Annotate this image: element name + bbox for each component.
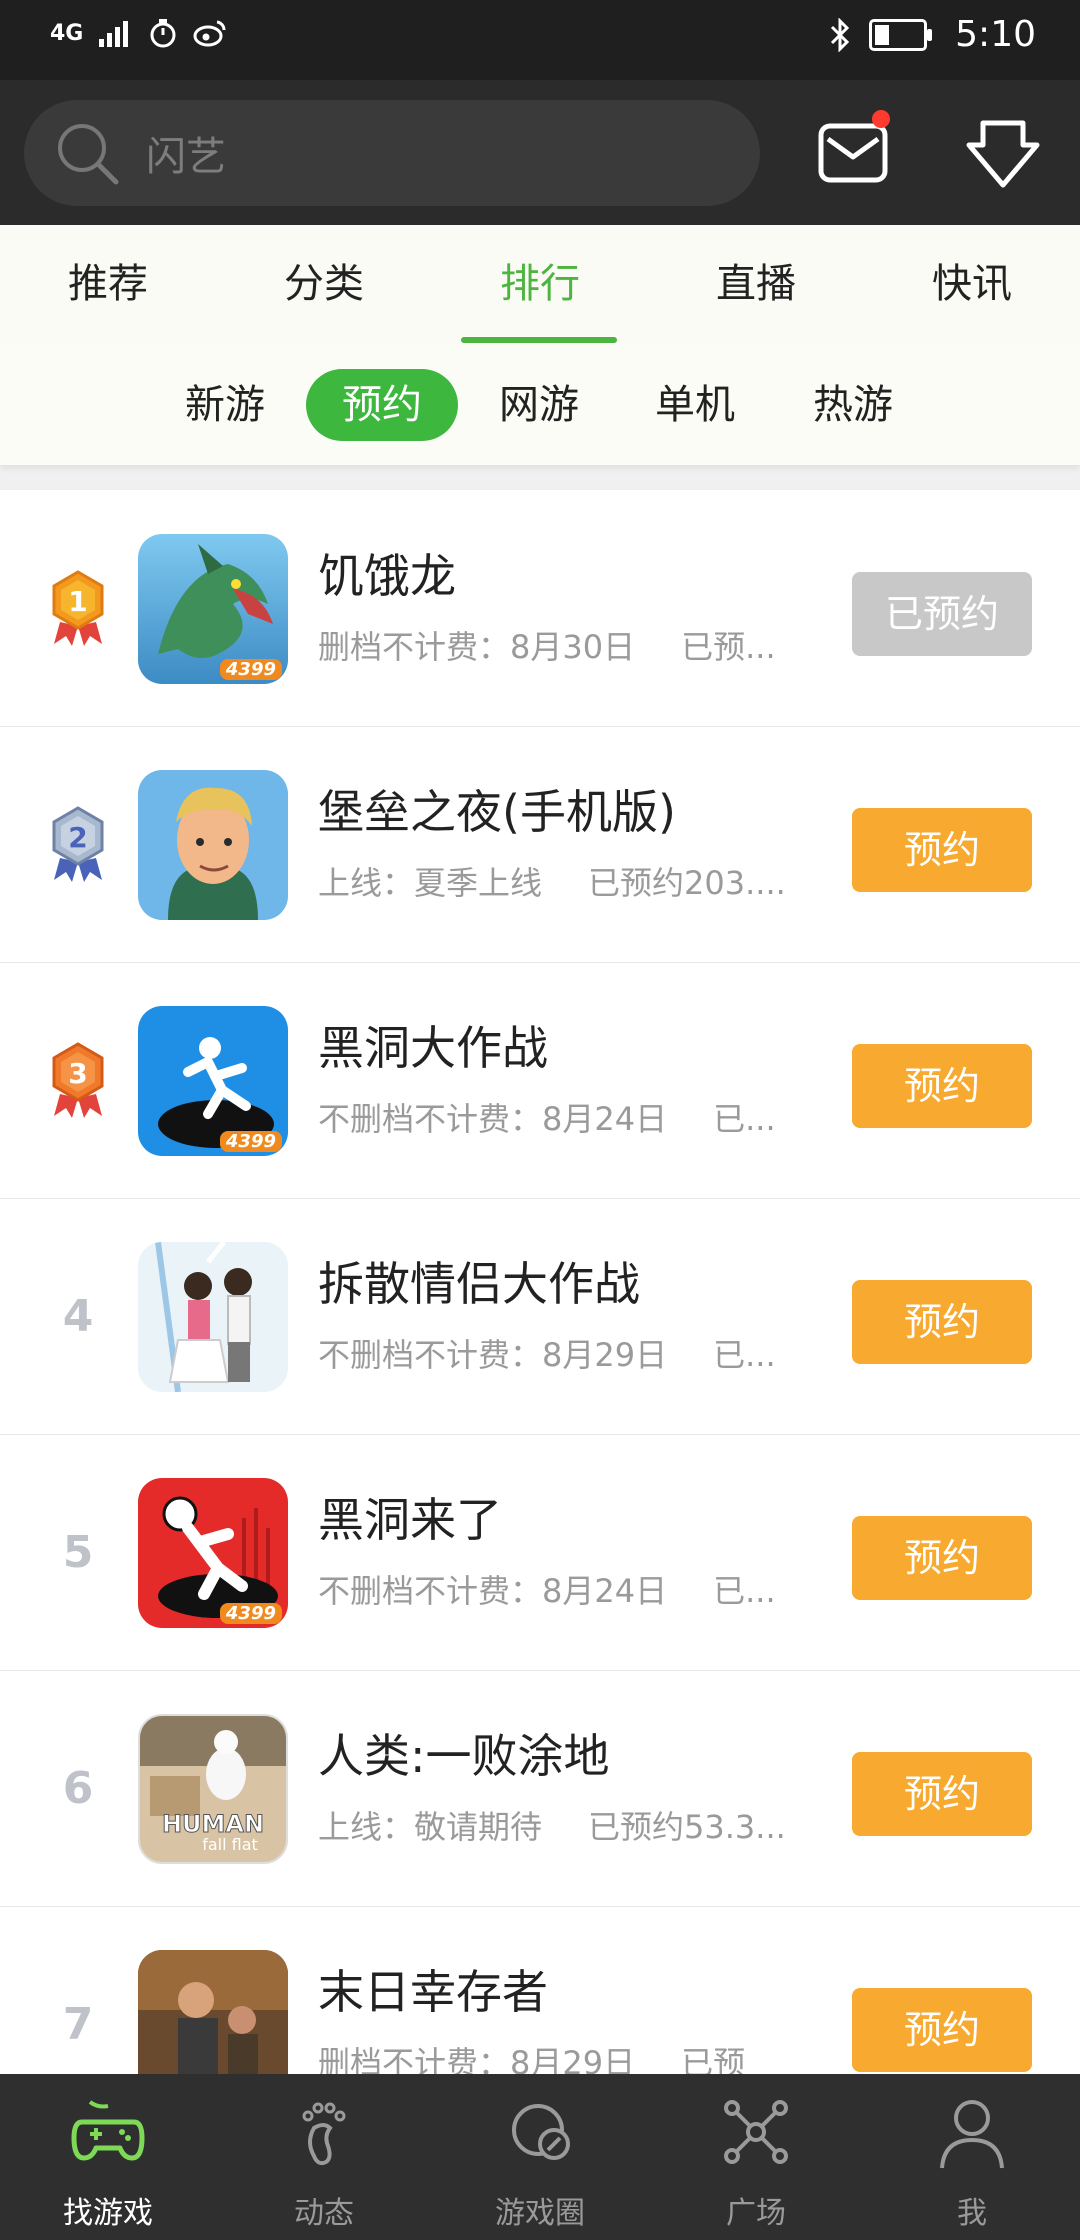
nav-square[interactable]: 广场 xyxy=(648,2074,864,2240)
nav-game-circle[interactable]: 游戏圈 xyxy=(432,2074,648,2240)
game-title: 拆散情侣大作战 xyxy=(318,1257,640,1311)
game-meta: 删档不计费：8月30日 已预... xyxy=(318,628,776,666)
main-tabs: 推荐 分类 排行 直播 快讯 xyxy=(0,225,1080,344)
4399-badge: 4399 xyxy=(219,1603,282,1624)
planet-icon xyxy=(512,2104,570,2160)
list-item[interactable]: 3 4399 黑洞大作战 不删档不计费：8月24日 已... 预约 xyxy=(0,962,1080,1199)
rank-number: 7 xyxy=(62,1998,94,2050)
nav-label: 我 xyxy=(957,2196,987,2231)
rank-badge: 1 xyxy=(40,568,116,648)
weibo-icon xyxy=(193,20,226,47)
game-icon-break-up-couples xyxy=(138,1242,288,1392)
rank-number: 2 xyxy=(68,821,87,854)
4399-badge: 4399 xyxy=(219,659,282,680)
status-bar: 4G 5:10 xyxy=(0,0,1080,80)
search-icon xyxy=(58,124,119,185)
game-icon-hungry-dragon: 4399 xyxy=(138,534,288,684)
game-icon-black-hole-coming: 4399 xyxy=(138,1478,288,1628)
4399-badge: 4399 xyxy=(219,1131,282,1152)
game-meta: 不删档不计费：8月29日 已... xyxy=(318,1336,776,1374)
list-item[interactable]: 5 4399 黑洞来了 不删档不计费：8月24日 已... 预约 xyxy=(0,1434,1080,1671)
nav-label: 动态 xyxy=(294,2196,354,2231)
tab-ranking[interactable]: 排行 xyxy=(432,225,648,343)
tab-live[interactable]: 直播 xyxy=(648,225,864,343)
game-title: 末日幸存者 xyxy=(318,1965,548,2019)
tab-category[interactable]: 分类 xyxy=(216,225,432,343)
subtab-reserve[interactable]: 预约 xyxy=(306,369,458,441)
human-logo-sub: fall flat xyxy=(202,1835,258,1854)
game-meta: 上线：夏季上线 已预约203.... xyxy=(318,864,786,902)
game-icon-fortnite xyxy=(138,770,288,920)
search-placeholder: 闪艺 xyxy=(146,134,226,180)
gamepad-icon xyxy=(71,2100,145,2161)
network-label: 4G xyxy=(50,20,84,46)
nav-find-games[interactable]: 找游戏 xyxy=(0,2074,216,2240)
bluetooth-icon xyxy=(831,17,850,52)
network-icon xyxy=(724,2100,788,2164)
game-title: 饥饿龙 xyxy=(318,549,456,603)
reserve-button[interactable]: 预约 xyxy=(852,808,1032,892)
download-hand-icon xyxy=(966,120,1040,188)
game-icon-doomsday-survivor xyxy=(138,1950,288,2074)
subtab-hot[interactable]: 热游 xyxy=(798,369,908,441)
rank-number: 3 xyxy=(68,1057,87,1090)
game-meta: 不删档不计费：8月24日 已... xyxy=(318,1572,776,1610)
subtab-single[interactable]: 单机 xyxy=(640,369,750,441)
silver-medal-icon: 2 xyxy=(52,806,104,882)
list-item[interactable]: 7 末日幸存者 删档不计费：8月29日 已预 预约 xyxy=(0,1906,1080,2074)
message-button[interactable] xyxy=(808,108,898,198)
rank-number: 4 xyxy=(62,1290,94,1342)
game-meta: 不删档不计费：8月24日 已... xyxy=(318,1100,776,1138)
game-icon-black-hole: 4399 xyxy=(138,1006,288,1156)
human-logo: HUMAN xyxy=(162,1810,264,1838)
nav-label: 游戏圈 xyxy=(495,2196,585,2231)
footprint-icon xyxy=(302,2102,346,2166)
gold-medal-icon: 1 xyxy=(52,570,104,646)
search-bar[interactable]: 闪艺 xyxy=(24,100,760,206)
nav-label: 广场 xyxy=(726,2196,786,2231)
game-meta: 上线：敬请期待 已预约53.3... xyxy=(318,1808,786,1846)
clock: 5:10 xyxy=(955,14,1036,55)
reserve-button[interactable]: 预约 xyxy=(852,1752,1032,1836)
sub-tabs: 新游 预约 网游 单机 热游 xyxy=(0,343,1080,465)
rank-number: 5 xyxy=(62,1526,94,1578)
rank-number: 1 xyxy=(68,585,87,618)
mail-icon xyxy=(818,123,888,183)
download-button[interactable] xyxy=(958,108,1048,198)
rank-badge: 2 xyxy=(40,804,116,884)
stopwatch-icon xyxy=(150,19,176,48)
signal-icon xyxy=(99,21,129,47)
list-item[interactable]: 4 拆散情侣大作战 不删档不计费：8月29日 已... 预约 xyxy=(0,1198,1080,1435)
list-item[interactable]: 6 HUMAN fall flat 人类:一败涂地 上线：敬请期待 已预约53.3… xyxy=(0,1670,1080,1907)
list-item[interactable]: 2 堡垒之夜(手机版) 上线：夏季上线 已预约203.... 预约 xyxy=(0,726,1080,963)
reserve-button[interactable]: 预约 xyxy=(852,1988,1032,2072)
tab-news[interactable]: 快讯 xyxy=(864,225,1080,343)
nav-me[interactable]: 我 xyxy=(864,2074,1080,2240)
subtab-new[interactable]: 新游 xyxy=(170,369,280,441)
game-title: 黑洞来了 xyxy=(318,1493,502,1547)
person-icon xyxy=(940,2100,1004,2169)
subtab-online[interactable]: 网游 xyxy=(484,369,594,441)
bronze-medal-icon: 3 xyxy=(52,1042,104,1118)
reserve-button[interactable]: 预约 xyxy=(852,1044,1032,1128)
game-title: 堡垒之夜(手机版) xyxy=(318,785,676,839)
tab-recommend[interactable]: 推荐 xyxy=(0,225,216,343)
game-meta: 删档不计费：8月29日 已预 xyxy=(318,2044,746,2074)
bottom-nav: 找游戏 动态 游戏圈 广场 我 xyxy=(0,2074,1080,2240)
rank-number: 6 xyxy=(62,1762,94,1814)
reserved-button[interactable]: 已预约 xyxy=(852,572,1032,656)
rank-badge: 3 xyxy=(40,1040,116,1120)
game-title: 人类:一败涂地 xyxy=(318,1729,610,1783)
game-title: 黑洞大作战 xyxy=(318,1021,548,1075)
unread-dot xyxy=(872,110,890,128)
app-header: 闪艺 xyxy=(0,80,1080,225)
game-icon-human-fall-flat: HUMAN fall flat xyxy=(138,1714,288,1864)
battery-icon xyxy=(869,18,933,51)
list-item[interactable]: 1 4399 饥饿龙 删档不计费：8月30日 已预... 已预约 xyxy=(0,490,1080,727)
nav-label: 找游戏 xyxy=(63,2196,153,2231)
reserve-button[interactable]: 预约 xyxy=(852,1516,1032,1600)
game-list: 1 4399 饥饿龙 删档不计费：8月30日 已预... 已预约 2 堡垒之夜(… xyxy=(0,490,1080,2074)
nav-feed[interactable]: 动态 xyxy=(216,2074,432,2240)
reserve-button[interactable]: 预约 xyxy=(852,1280,1032,1364)
